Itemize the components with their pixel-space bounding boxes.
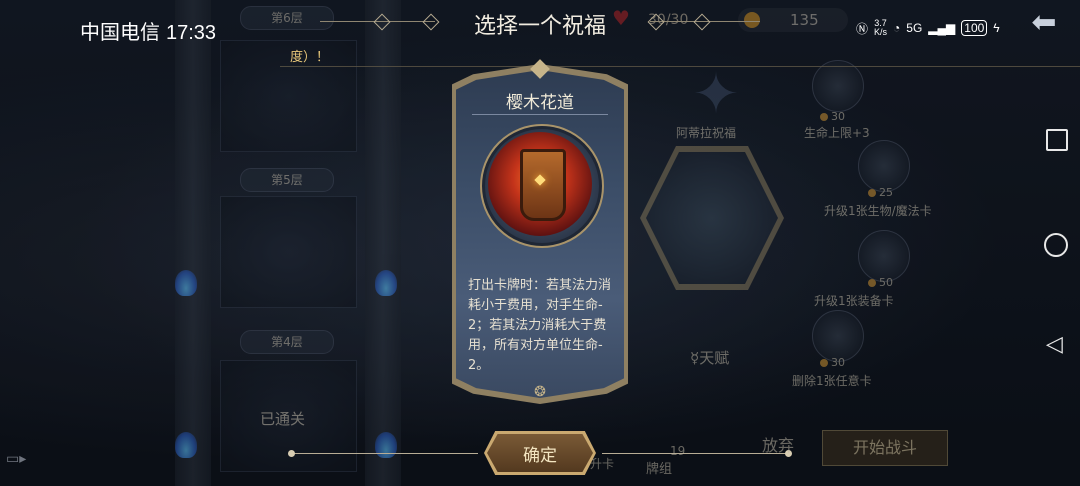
talent-label[interactable]: ☿天赋 <box>690 347 729 368</box>
floor-label-5: 第5层 <box>240 168 334 192</box>
clock: 17:33 <box>166 22 217 44</box>
wifi-icon: ◔ <box>893 21 901 35</box>
status-left: 中国电信 17:33 <box>80 16 222 45</box>
floor-4-status: 已通关 <box>260 410 306 428</box>
blue-flame-icon <box>175 270 197 296</box>
blue-flame-icon <box>175 432 197 458</box>
reward-cost-4: 30 <box>820 356 845 369</box>
give-up-button[interactable]: 放弃 <box>762 432 794 456</box>
back-nav-button[interactable]: ◁ <box>1046 334 1063 356</box>
tower-pillar-left <box>175 0 211 486</box>
center-blessing-name: 阿蒂拉祝福 <box>676 126 737 140</box>
home-button[interactable] <box>1044 233 1068 257</box>
battery-icon: 100 <box>961 20 988 36</box>
floor-5-door[interactable] <box>220 196 357 308</box>
tower-map: 第6层 第5层 第4层 已通关 <box>165 0 410 486</box>
floor-label-4: 第4层 <box>240 330 334 354</box>
talent-text: 天赋 <box>699 349 730 367</box>
status-bar: 中国电信 17:33 Ⓝ 3.7 K/s ◔ 5G ▂▄▆ 100 ϟ <box>0 0 1080 56</box>
reward-cost-2: 25 <box>868 186 893 199</box>
coin-icon <box>868 279 876 287</box>
bottom-rule-dot <box>288 450 295 457</box>
network-type: 5G <box>906 21 923 35</box>
charging-icon: ϟ <box>993 21 1000 35</box>
remove-card-reward-icon[interactable] <box>812 310 864 362</box>
heart-reward-icon[interactable] <box>812 60 864 112</box>
chat-icon[interactable]: ▭▸ <box>6 448 56 470</box>
bottom-rule-right <box>602 453 788 454</box>
tower-pillar-right <box>365 0 401 486</box>
coin-icon <box>868 189 876 197</box>
blue-flame-icon <box>375 432 397 458</box>
reward-label-3: 升级1张装备卡 <box>814 294 894 308</box>
reward-cost-3: 50 <box>868 276 893 289</box>
nfc-icon: Ⓝ <box>856 21 869 36</box>
reward-cost-1: 30 <box>820 110 845 123</box>
deck-button[interactable]: 牌组 <box>646 458 672 477</box>
creature-card-reward-icon[interactable] <box>858 140 910 192</box>
reward-label-2: 升级1张生物/魔法卡 <box>824 204 932 218</box>
carrier-name: 中国电信 <box>80 22 160 44</box>
net-speed: 3.7 K/s <box>874 18 888 37</box>
header-divider <box>280 66 1080 67</box>
reward-label-4: 删除1张任意卡 <box>792 374 872 388</box>
compass-star-icon: ✦ <box>692 62 740 127</box>
card-title: 樱木花道 <box>506 93 574 113</box>
reward-map: ✦ 阿蒂拉祝福 ☿天赋 30 生命上限+3 25 升级1张生物/魔法卡 50 升… <box>640 60 960 480</box>
recent-apps-button[interactable] <box>1046 129 1068 151</box>
floor-6-door[interactable] <box>220 40 357 152</box>
shield-icon <box>520 149 566 221</box>
swirl-ornament-icon: ❂ <box>534 384 546 400</box>
bottom-rule-left <box>292 453 478 454</box>
equipment-card-reward-icon[interactable] <box>858 230 910 282</box>
back-arrow-icon[interactable]: ⬅ <box>1022 6 1066 40</box>
blue-flame-icon <box>375 270 397 296</box>
start-battle-button[interactable]: 开始战斗 <box>822 430 948 466</box>
coin-icon <box>820 359 828 367</box>
card-description: 打出卡牌时：若其法力消耗小于费用，对手生命-2；若其法力消耗大于费用，所有对方单… <box>468 278 612 373</box>
deck-count: 19 <box>670 444 686 458</box>
signal-icon: ▂▄▆ <box>928 21 956 35</box>
reward-label-1: 生命上限+3 <box>804 126 870 140</box>
confirm-button[interactable]: 确定 <box>487 434 593 472</box>
card-title-divider <box>472 114 608 115</box>
talent-icon: ☿ <box>690 349 700 367</box>
coin-icon <box>820 113 828 121</box>
status-right: Ⓝ 3.7 K/s ◔ 5G ▂▄▆ 100 ϟ <box>856 14 1016 42</box>
